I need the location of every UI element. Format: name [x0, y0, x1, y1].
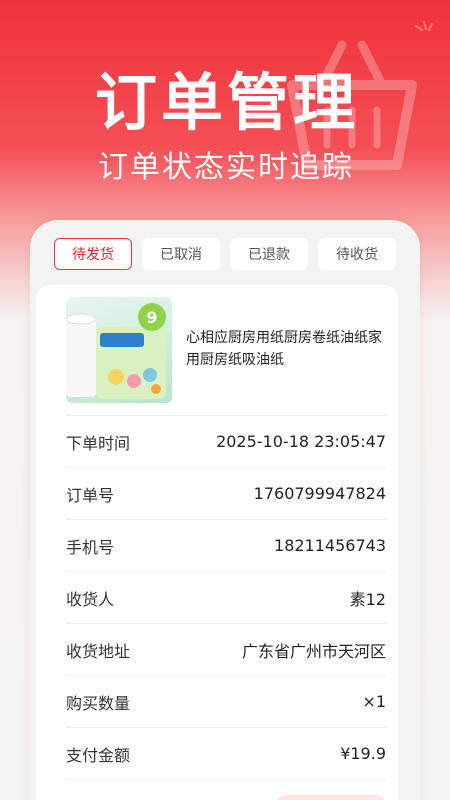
kitchen-paper-roll-image: 9 [66, 297, 172, 403]
product-item[interactable]: 9 心相应厨房用纸厨房卷纸油纸家用厨房纸吸油纸 [36, 285, 398, 415]
hero-banner: 订单管理 订单状态实时追踪 [0, 0, 450, 220]
address-value: 广东省广州市天河区 [241, 641, 386, 661]
quantity-row: 购买数量 ×1 [66, 675, 386, 727]
order-status-tabs: 待发货 已取消 已退款 待收货 [54, 238, 399, 272]
address-row: 收货地址 广东省广州市天河区 [66, 623, 386, 675]
sparkle-icon [415, 21, 433, 31]
page-subtitle: 订单状态实时追踪 [98, 150, 354, 185]
phone-row: 手机号 18211456743 [66, 519, 386, 571]
tab-pending-receipt[interactable]: 待收货 [318, 238, 396, 270]
tab-cancelled[interactable]: 已取消 [142, 238, 220, 270]
action-button[interactable] [276, 795, 386, 800]
order-time-value: 2025-10-18 23:05:47 [216, 432, 386, 451]
payment-value: ¥19.9 [340, 744, 386, 763]
quantity-value: ×1 [362, 692, 386, 711]
page-title: 订单管理 [95, 66, 360, 139]
receiver-row: 收货人 素12 [66, 571, 386, 623]
order-number-label: 订单号 [66, 485, 115, 505]
payment-label: 支付金额 [66, 745, 131, 765]
order-card[interactable]: 9 心相应厨房用纸厨房卷纸油纸家用厨房纸吸油纸 下单时间 2025-10-18 … [36, 285, 398, 800]
receiver-label: 收货人 [66, 589, 115, 609]
order-number-value: 1760799947824 [253, 484, 386, 503]
order-time-row: 下单时间 2025-10-18 23:05:47 [66, 415, 386, 467]
phone-value: 18211456743 [274, 536, 386, 555]
payment-row: 支付金额 ¥19.9 [66, 727, 386, 779]
address-label: 收货地址 [66, 641, 131, 661]
tab-pending-shipment[interactable]: 待发货 [54, 238, 132, 270]
quantity-label: 购买数量 [66, 693, 131, 713]
product-badge: 9 [146, 308, 157, 327]
order-number-row: 订单号 1760799947824 [66, 467, 386, 519]
tab-refunded[interactable]: 已退款 [230, 238, 308, 270]
phone-label: 手机号 [66, 537, 115, 557]
order-time-label: 下单时间 [66, 433, 131, 453]
product-name: 心相应厨房用纸厨房卷纸油纸家用厨房纸吸油纸 [186, 330, 382, 368]
receiver-value: 素12 [349, 589, 386, 609]
